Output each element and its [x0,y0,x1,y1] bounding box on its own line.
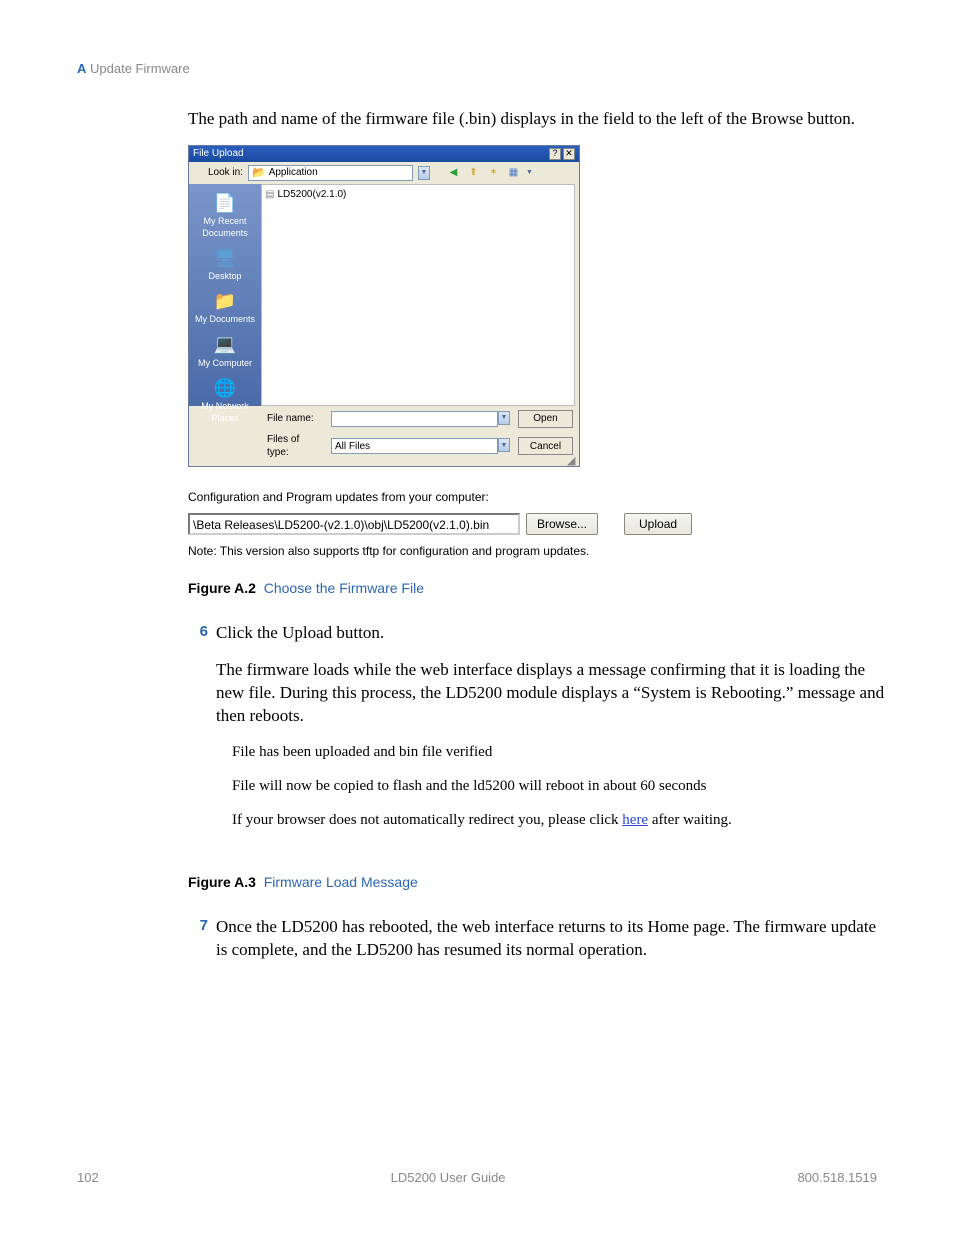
dialog-titlebar: File Upload ? ✕ [189,146,579,162]
figure-text: Firmware Load Message [264,874,418,890]
place-mydocs[interactable]: 📁 My Documents [189,288,261,329]
figure-text: Choose the Firmware File [264,580,424,596]
chevron-down-icon[interactable]: ▼ [498,438,510,452]
step-number: 7 [188,916,208,976]
figure-label: Figure A.2 [188,580,256,596]
msg-line: File will now be copied to flash and the… [232,776,888,796]
filename-label: File name: [267,412,323,426]
place-label: My Recent Documents [189,215,261,239]
desktop-icon: 🖥 [212,247,238,269]
browse-button[interactable]: Browse... [526,513,598,535]
file-list-area[interactable]: ▤ LD5200(v2.1.0) [261,184,575,406]
file-icon: ▤ [265,188,274,202]
help-icon[interactable]: ? [549,148,561,160]
step6-line1: Click the Upload button. [216,622,888,645]
place-mycomputer[interactable]: 💻 My Computer [189,332,261,373]
config-heading: Configuration and Program updates from y… [188,489,888,505]
figure-caption-a3: Figure A.3 Firmware Load Message [188,873,888,892]
appendix-letter: A [77,61,86,76]
upload-message-block: File has been uploaded and bin file veri… [232,742,888,831]
upload-button[interactable]: Upload [624,513,692,535]
phone-number: 800.518.1519 [797,1169,877,1187]
firmware-path-field[interactable]: \Beta Releases\LD5200-(v2.1.0)\obj\LD520… [188,513,520,535]
my-computer-icon: 💻 [212,334,238,356]
filename-input[interactable] [331,411,498,427]
doc-title: LD5200 User Guide [391,1169,506,1187]
file-upload-dialog: File Upload ? ✕ Look in: 📂 Application ▼… [188,145,580,467]
network-places-icon: 🌐 [212,377,238,399]
chevron-down-icon[interactable]: ▼ [498,411,510,425]
step6-line2: The firmware loads while the web interfa… [216,659,888,728]
place-label: Desktop [189,270,261,282]
intro-paragraph: The path and name of the firmware file (… [188,108,888,131]
figure-label: Figure A.3 [188,874,256,890]
filetype-label: Files of type: [267,433,323,460]
step7-line: Once the LD5200 has rebooted, the web in… [216,916,888,962]
msg-line: If your browser does not automatically r… [232,810,888,830]
here-link[interactable]: here [622,812,648,828]
config-note: Note: This version also supports tftp fo… [188,543,888,559]
list-item[interactable]: ▤ LD5200(v2.1.0) [265,188,571,202]
look-in-combo[interactable]: 📂 Application [248,165,413,181]
place-desktop[interactable]: 🖥 Desktop [189,245,261,286]
page-header: A Update Firmware [77,60,190,78]
appendix-title: Update Firmware [90,61,190,76]
view-menu-icon[interactable]: ▦ [506,165,521,180]
filetype-combo[interactable]: All Files [331,438,498,454]
close-icon[interactable]: ✕ [563,148,575,160]
dialog-title: File Upload [193,147,244,161]
dialog-toolbar: Look in: 📂 Application ▼ ◀ ⬆ ✶ ▦ ▼ [189,162,579,184]
page-footer: 102 LD5200 User Guide 800.518.1519 [77,1169,877,1187]
place-recent[interactable]: 📄 My Recent Documents [189,190,261,243]
back-icon[interactable]: ◀ [446,165,461,180]
file-name: LD5200(v2.1.0) [277,188,346,202]
my-documents-icon: 📁 [212,290,238,312]
place-label: My Documents [189,313,261,325]
chevron-down-icon[interactable]: ▼ [526,168,533,177]
place-label: My Computer [189,357,261,369]
look-in-label: Look in: [195,166,243,180]
msg-line: File has been uploaded and bin file veri… [232,742,888,762]
page-number: 102 [77,1169,99,1187]
places-bar: 📄 My Recent Documents 🖥 Desktop 📁 My Doc… [189,184,261,406]
recent-documents-icon: 📄 [212,192,238,214]
step-number: 6 [188,622,208,845]
resize-grip-icon[interactable]: ◢ [567,454,577,464]
open-button[interactable]: Open [518,410,573,428]
new-folder-icon[interactable]: ✶ [486,165,501,180]
chevron-down-icon[interactable]: ▼ [418,166,430,180]
figure-caption-a2: Figure A.2 Choose the Firmware File [188,579,888,598]
cancel-button[interactable]: Cancel [518,437,573,455]
up-icon[interactable]: ⬆ [466,165,481,180]
look-in-value: Application [269,166,318,180]
folder-icon: 📂 [252,166,266,181]
dialog-bottom: File name: ▼ Open Files of type: All Fil… [189,406,579,466]
